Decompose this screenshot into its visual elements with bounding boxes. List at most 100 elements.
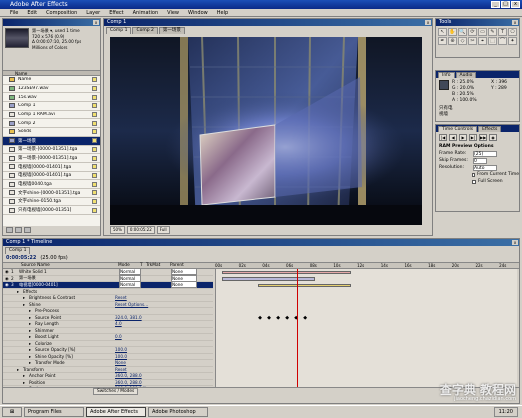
- switches-modes-toggle[interactable]: Switches / Modes: [93, 387, 139, 395]
- project-item[interactable]: 文字shine-[0000-01351].tga: [3, 189, 100, 198]
- first-frame-icon[interactable]: |◀: [439, 134, 447, 141]
- ram-preview-icon[interactable]: ◉: [489, 134, 497, 141]
- label-color-swatch[interactable]: [92, 103, 97, 109]
- brush-tool-icon[interactable]: ✒: [438, 37, 447, 45]
- label-color-swatch[interactable]: [92, 207, 97, 213]
- zoom-select[interactable]: 50%: [110, 226, 125, 234]
- label-color-swatch[interactable]: [92, 155, 97, 161]
- col-source-name[interactable]: Source Name: [21, 263, 50, 268]
- property-value[interactable]: None: [115, 360, 126, 365]
- menu-layer[interactable]: Layer: [86, 9, 100, 16]
- star-icon[interactable]: ✦: [508, 37, 517, 45]
- project-item[interactable]: 电视墙[0000-01401].tga: [3, 172, 100, 181]
- project-item[interactable]: 文字shine-0150.tga: [3, 198, 100, 207]
- col-t[interactable]: T: [140, 263, 143, 268]
- project-item[interactable]: Comp 2: [3, 119, 100, 129]
- tab-time-controls[interactable]: Time Controls: [438, 126, 478, 132]
- label-color-swatch[interactable]: [92, 86, 97, 92]
- new-comp-icon[interactable]: [24, 227, 31, 233]
- zoom-tool-icon[interactable]: 🔍: [458, 28, 467, 36]
- col-mode[interactable]: Mode: [118, 263, 130, 268]
- full-screen-checkbox[interactable]: [472, 179, 476, 184]
- menu-edit[interactable]: Edit: [27, 9, 37, 16]
- path-icon[interactable]: ⌒: [498, 37, 507, 45]
- label-color-swatch[interactable]: [92, 138, 97, 144]
- pen-tool-icon[interactable]: ✎: [488, 28, 497, 36]
- resolution-select-rp[interactable]: Auto: [473, 164, 497, 171]
- timeline-graph-area[interactable]: ◆◆◆◆◆◆: [215, 269, 517, 387]
- label-color-swatch[interactable]: [92, 112, 97, 118]
- col-trkmat[interactable]: TrkMat: [146, 263, 160, 268]
- label-color-swatch[interactable]: [92, 164, 97, 170]
- keyframe-icon[interactable]: ◆: [267, 315, 271, 321]
- hand-tool-icon[interactable]: ✋: [448, 28, 457, 36]
- property-value[interactable]: 324.0, 381.0: [115, 315, 142, 320]
- layer-name[interactable]: White Solid 1: [19, 269, 119, 274]
- start-button[interactable]: ⊞: [2, 407, 22, 417]
- time-display[interactable]: 0:00:05:22: [126, 226, 155, 234]
- layer-duration-bar[interactable]: [258, 283, 352, 287]
- resolution-select[interactable]: Full: [156, 226, 170, 234]
- project-item[interactable]: 第一场景-[0000-01351].tga: [3, 154, 100, 163]
- tab-comp-1[interactable]: Comp 1: [106, 27, 132, 34]
- menu-effect[interactable]: Effect: [109, 9, 123, 16]
- project-item[interactable]: 电视墙[0000-01401].tga: [3, 163, 100, 172]
- label-color-swatch[interactable]: [92, 172, 97, 178]
- tab-effects[interactable]: Effects: [478, 126, 502, 132]
- tab-audio[interactable]: Audio: [455, 72, 477, 78]
- property-value[interactable]: Reset Options...: [115, 302, 148, 307]
- layer-name[interactable]: 电视墙[0000-0401]: [19, 282, 119, 288]
- tab-first-scene[interactable]: 第一场景: [158, 27, 185, 34]
- project-item[interactable]: 电视墙0040.tga: [3, 180, 100, 189]
- property-value[interactable]: 4.0: [115, 321, 122, 326]
- orbit-camera-icon[interactable]: ⊕: [448, 37, 457, 45]
- taskbar-item-after-effects[interactable]: Adobe After Effects: [86, 407, 146, 417]
- tab-timeline-comp-1[interactable]: Comp 1: [5, 247, 31, 254]
- taskbar-item-program-files[interactable]: Program Files: [24, 407, 84, 417]
- label-color-swatch[interactable]: [92, 146, 97, 152]
- menu-view[interactable]: View: [167, 9, 179, 16]
- label-color-swatch[interactable]: [92, 77, 97, 83]
- label-color-swatch[interactable]: [92, 190, 97, 196]
- selection-tool-icon[interactable]: ↖: [438, 28, 447, 36]
- last-frame-icon[interactable]: ▶▶: [479, 134, 487, 141]
- rotate-tool-icon[interactable]: ⟳: [468, 28, 477, 36]
- pan-behind-icon[interactable]: ⬠: [508, 28, 517, 36]
- minimize-button[interactable]: _: [491, 1, 500, 8]
- layer-name[interactable]: 第一场景: [19, 275, 119, 281]
- trash-icon[interactable]: [6, 227, 13, 233]
- label-color-swatch[interactable]: [92, 120, 97, 126]
- menu-window[interactable]: Window: [188, 9, 208, 16]
- next-frame-icon[interactable]: ▶|: [469, 134, 477, 141]
- property-value[interactable]: Reset: [115, 295, 127, 300]
- new-folder-icon[interactable]: [15, 227, 22, 233]
- tab-info[interactable]: Info: [438, 72, 455, 78]
- label-color-swatch[interactable]: [92, 198, 97, 204]
- menu-animation[interactable]: Animation: [133, 9, 159, 16]
- property-value[interactable]: 100.0: [115, 354, 127, 359]
- label-color-swatch[interactable]: [92, 94, 97, 100]
- property-value[interactable]: 0.0: [115, 334, 122, 339]
- shape-tool-icon[interactable]: ◇: [458, 37, 467, 45]
- from-current-checkbox[interactable]: [472, 172, 476, 177]
- project-item[interactable]: 只有电视墙[0000-01351]: [3, 206, 100, 215]
- rectangle-mask-icon[interactable]: ▭: [478, 28, 487, 36]
- property-value[interactable]: 360.0, 288.0: [115, 380, 142, 385]
- layer-parent-select[interactable]: None: [171, 281, 197, 289]
- project-item[interactable]: 123SE97.wav: [3, 85, 100, 94]
- project-item[interactable]: Name: [3, 76, 100, 85]
- taskbar-item-photoshop[interactable]: Adobe Photoshop: [148, 407, 208, 417]
- project-item[interactable]: 15s.wav: [3, 93, 100, 103]
- project-item[interactable]: 第一场景: [3, 136, 100, 146]
- menu-help[interactable]: Help: [217, 9, 228, 16]
- menu-composition[interactable]: Composition: [46, 9, 77, 16]
- layer-mode-select[interactable]: Normal: [119, 281, 141, 289]
- property-value[interactable]: Reset: [115, 367, 127, 372]
- property-value[interactable]: 100.0: [115, 347, 127, 352]
- keyframe-icon[interactable]: ◆: [285, 315, 289, 321]
- layer-duration-bar[interactable]: [222, 277, 316, 281]
- label-color-swatch[interactable]: [92, 181, 97, 187]
- project-item[interactable]: Solids: [3, 128, 100, 137]
- prev-frame-icon[interactable]: ◀: [449, 134, 457, 141]
- property-row[interactable]: ▸Scale100.0, 100.0 %: [3, 386, 213, 387]
